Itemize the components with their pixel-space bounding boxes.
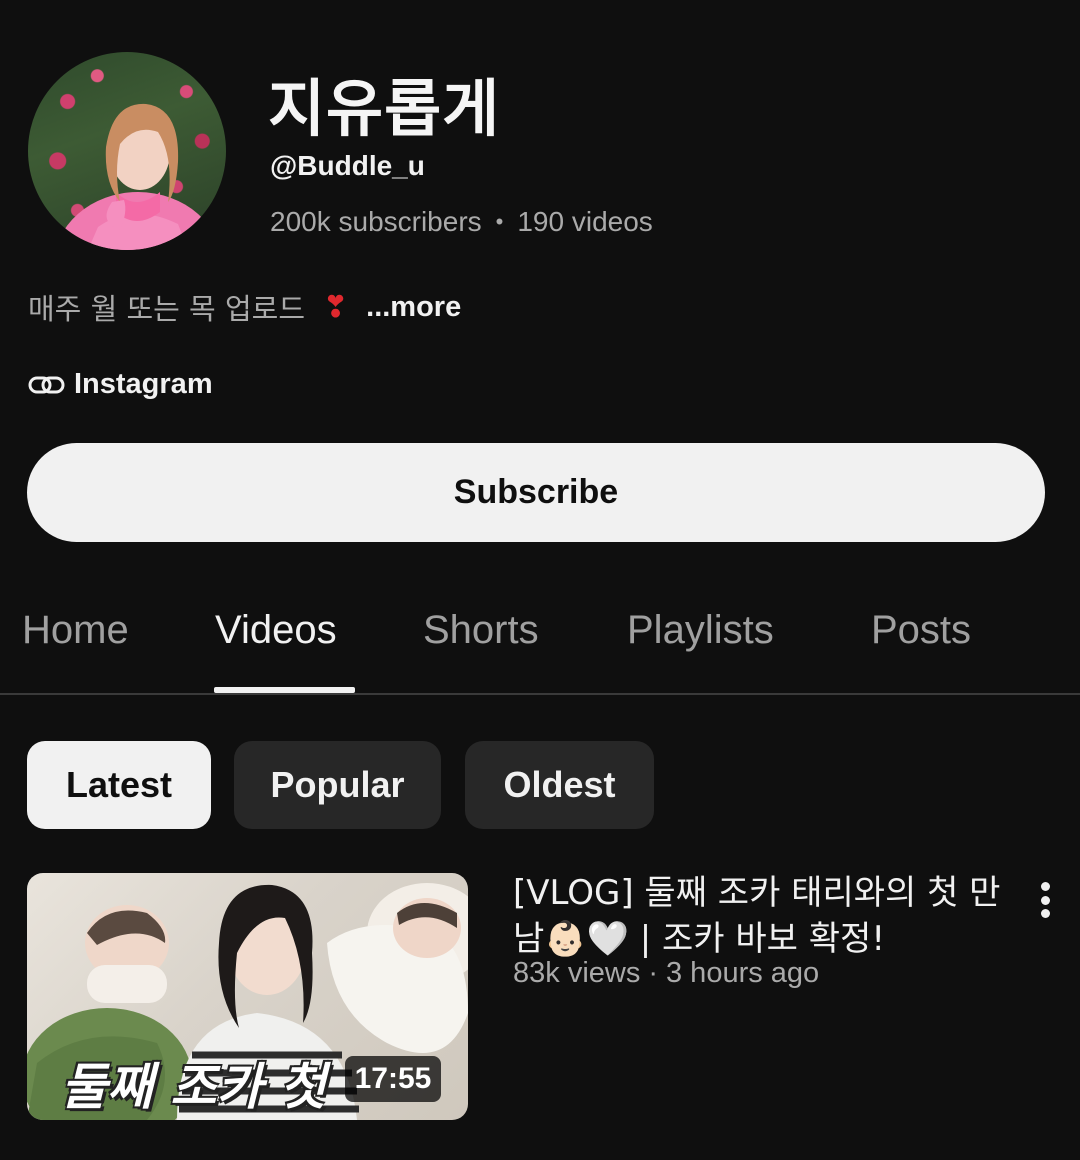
channel-tabs: Home Videos Shorts Playlists Posts <box>0 600 1080 695</box>
avatar-photo-icon <box>55 103 221 250</box>
link-label: Instagram <box>74 368 213 400</box>
subscriber-count: 200k subscribers <box>270 206 482 237</box>
meta-separator: · <box>648 957 658 989</box>
channel-name: 지유롭게 <box>268 72 501 145</box>
link-icon <box>28 376 65 393</box>
video-thumbnail[interactable]: 둘째 조카 첫 17:55 <box>27 873 468 1120</box>
stats-separator: • <box>495 209 504 234</box>
more-options-icon[interactable] <box>1032 880 1058 920</box>
channel-stats: 200k subscribers • 190 videos <box>270 206 653 238</box>
channel-avatar[interactable] <box>28 52 226 250</box>
channel-page: 지유롭게 @Buddle_u 200k subscribers • 190 vi… <box>0 0 1080 1160</box>
more-link[interactable]: ...more <box>366 291 461 324</box>
view-count: 83k views <box>513 957 641 989</box>
description-text: 매주 월 또는 목 업로드 <box>28 292 305 326</box>
video-title[interactable]: [VLOG] 둘째 조카 태리와의 첫 만남👶🏻🤍 | 조카 바보 확정! <box>513 870 1003 962</box>
upload-time: 3 hours ago <box>666 957 820 989</box>
filter-popular-chip[interactable]: Popular <box>234 741 441 829</box>
channel-link[interactable]: Instagram <box>28 368 213 401</box>
tab-shorts[interactable]: Shorts <box>423 608 539 653</box>
filter-oldest-chip[interactable]: Oldest <box>465 741 654 829</box>
video-count: 190 videos <box>517 206 653 237</box>
tab-posts[interactable]: Posts <box>871 608 971 653</box>
duration-badge: 17:55 <box>345 1056 441 1102</box>
tab-playlists[interactable]: Playlists <box>627 608 774 653</box>
tab-home[interactable]: Home <box>22 608 129 653</box>
channel-handle: @Buddle_u <box>270 150 425 181</box>
tab-videos[interactable]: Videos <box>215 608 337 653</box>
video-meta: 83k views · 3 hours ago <box>513 957 819 990</box>
thumbnail-caption: 둘째 조카 첫 <box>61 1058 326 1116</box>
heart-exclamation-icon: ❣ <box>323 290 349 324</box>
tabs-divider <box>0 693 1080 695</box>
channel-description[interactable]: 매주 월 또는 목 업로드 ❣ ...more <box>28 286 461 328</box>
subscribe-button[interactable]: Subscribe <box>27 443 1045 542</box>
filter-latest-chip[interactable]: Latest <box>27 741 211 829</box>
